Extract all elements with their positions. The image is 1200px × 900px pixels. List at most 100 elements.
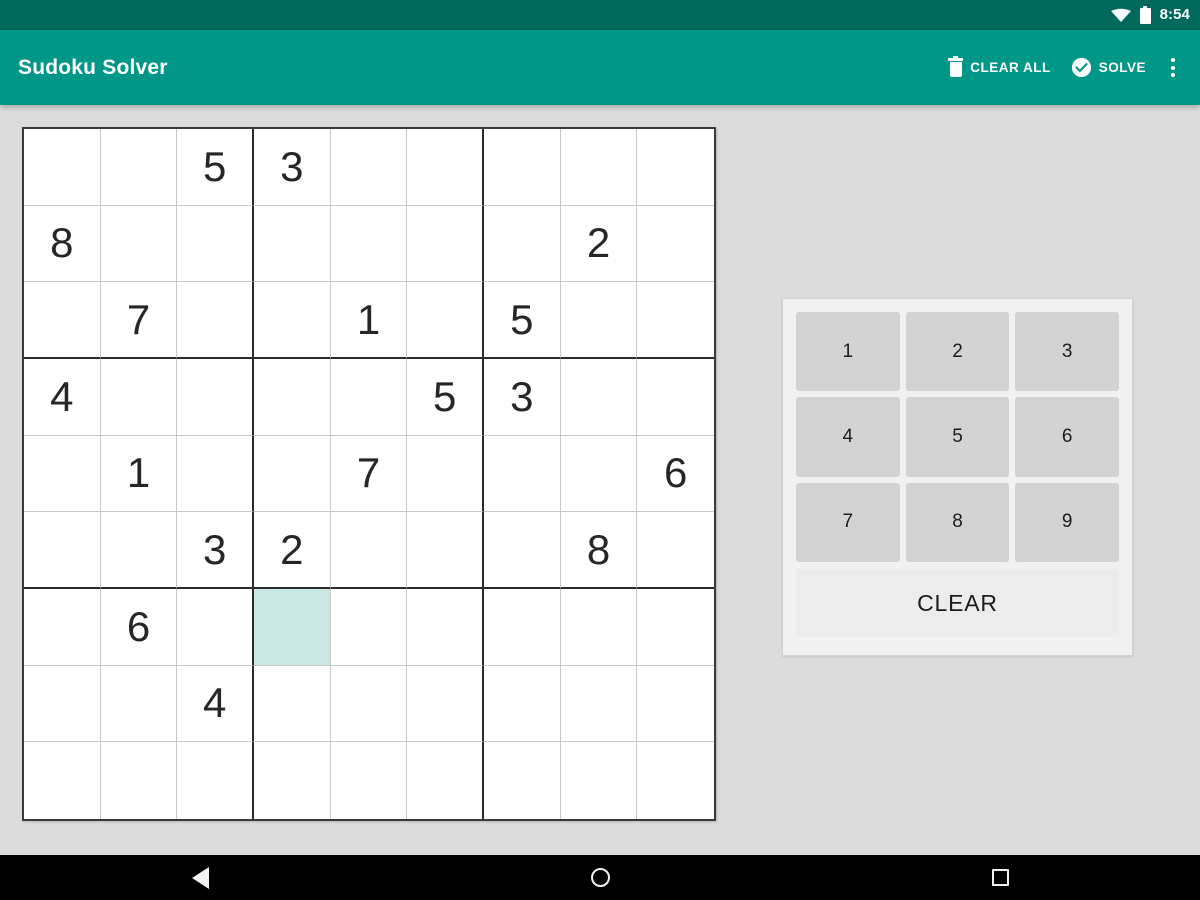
sudoku-cell-r5-c5[interactable]: 7 <box>330 435 408 513</box>
sudoku-cell-r8-c1[interactable] <box>24 665 101 743</box>
nav-home-button[interactable] <box>540 855 660 900</box>
sudoku-cell-r2-c8[interactable]: 2 <box>560 205 638 283</box>
clear-cell-button[interactable]: CLEAR <box>796 569 1119 637</box>
sudoku-cell-r3-c6[interactable] <box>407 282 484 359</box>
sudoku-cell-r3-c1[interactable] <box>24 282 101 359</box>
sudoku-cell-r4-c5[interactable] <box>330 358 408 436</box>
sudoku-cell-r4-c8[interactable] <box>560 358 638 436</box>
sudoku-cell-r3-c2[interactable]: 7 <box>100 282 178 359</box>
overflow-menu-icon[interactable] <box>1158 48 1188 88</box>
sudoku-cell-r5-c9[interactable]: 6 <box>637 435 714 513</box>
sudoku-cell-r9-c9[interactable] <box>637 742 714 819</box>
sudoku-cell-r7-c8[interactable] <box>560 588 638 666</box>
sudoku-cell-r5-c3[interactable] <box>177 435 254 513</box>
sudoku-cell-r1-c8[interactable] <box>560 129 638 206</box>
sudoku-cell-r7-c6[interactable] <box>407 588 484 666</box>
sudoku-cell-r4-c9[interactable] <box>637 358 714 436</box>
sudoku-cell-r8-c9[interactable] <box>637 665 714 743</box>
sudoku-cell-r9-c1[interactable] <box>24 742 101 819</box>
number-button-6[interactable]: 6 <box>1015 397 1119 477</box>
sudoku-cell-r2-c6[interactable] <box>407 205 484 283</box>
number-button-4[interactable]: 4 <box>796 397 900 477</box>
sudoku-cell-r2-c4[interactable] <box>253 205 331 283</box>
sudoku-cell-r9-c7[interactable] <box>483 742 561 819</box>
solve-button[interactable]: SOLVE <box>1061 49 1156 86</box>
sudoku-cell-r6-c1[interactable] <box>24 512 101 589</box>
sudoku-cell-r1-c4[interactable]: 3 <box>253 129 331 206</box>
sudoku-cell-r8-c6[interactable] <box>407 665 484 743</box>
sudoku-cell-r8-c5[interactable] <box>330 665 408 743</box>
clear-all-button[interactable]: CLEAR ALL <box>938 50 1061 85</box>
sudoku-cell-r8-c7[interactable] <box>483 665 561 743</box>
app-root: 8:54 Sudoku Solver CLEAR ALL SOLVE 5 3 8… <box>0 0 1200 900</box>
sudoku-cell-r9-c4[interactable] <box>253 742 331 819</box>
sudoku-cell-r5-c8[interactable] <box>560 435 638 513</box>
sudoku-cell-r9-c5[interactable] <box>330 742 408 819</box>
sudoku-cell-r7-c2[interactable]: 6 <box>100 588 178 666</box>
sudoku-cell-r2-c7[interactable] <box>483 205 561 283</box>
sudoku-cell-r5-c7[interactable] <box>483 435 561 513</box>
nav-recents-button[interactable] <box>940 855 1060 900</box>
sudoku-cell-r5-c2[interactable]: 1 <box>100 435 178 513</box>
sudoku-cell-r3-c3[interactable] <box>177 282 254 359</box>
sudoku-cell-r8-c4[interactable] <box>253 665 331 743</box>
sudoku-cell-r9-c6[interactable] <box>407 742 484 819</box>
sudoku-cell-r2-c2[interactable] <box>100 205 178 283</box>
sudoku-cell-r1-c2[interactable] <box>100 129 178 206</box>
sudoku-cell-r7-c4[interactable] <box>253 588 331 666</box>
sudoku-cell-r7-c9[interactable] <box>637 588 714 666</box>
app-bar-actions: CLEAR ALL SOLVE <box>938 48 1200 88</box>
sudoku-cell-r4-c6[interactable]: 5 <box>407 358 484 436</box>
number-button-1[interactable]: 1 <box>796 312 900 392</box>
sudoku-cell-r6-c2[interactable] <box>100 512 178 589</box>
sudoku-cell-r6-c9[interactable] <box>637 512 714 589</box>
sudoku-cell-r2-c5[interactable] <box>330 205 408 283</box>
sudoku-cell-r8-c8[interactable] <box>560 665 638 743</box>
sudoku-cell-r1-c3[interactable]: 5 <box>177 129 254 206</box>
sudoku-cell-r6-c6[interactable] <box>407 512 484 589</box>
sudoku-cell-r2-c3[interactable] <box>177 205 254 283</box>
number-button-7[interactable]: 7 <box>796 482 900 562</box>
home-circle-icon <box>590 868 610 887</box>
sudoku-cell-r5-c4[interactable] <box>253 435 331 513</box>
sudoku-cell-r6-c7[interactable] <box>483 512 561 589</box>
sudoku-cell-r4-c1[interactable]: 4 <box>24 358 101 436</box>
sudoku-cell-r3-c5[interactable]: 1 <box>330 282 408 359</box>
sudoku-cell-r2-c1[interactable]: 8 <box>24 205 101 283</box>
number-button-2[interactable]: 2 <box>905 312 1010 392</box>
sudoku-cell-r5-c6[interactable] <box>407 435 484 513</box>
sudoku-cell-r7-c5[interactable] <box>330 588 408 666</box>
sudoku-cell-r8-c2[interactable] <box>100 665 178 743</box>
sudoku-cell-r6-c4[interactable]: 2 <box>253 512 331 589</box>
sudoku-cell-r3-c7[interactable]: 5 <box>483 282 561 359</box>
sudoku-cell-r3-c4[interactable] <box>253 282 331 359</box>
number-button-3[interactable]: 3 <box>1015 312 1119 392</box>
number-button-8[interactable]: 8 <box>905 482 1010 562</box>
sudoku-cell-r6-c3[interactable]: 3 <box>177 512 254 589</box>
sudoku-cell-r6-c8[interactable]: 8 <box>560 512 638 589</box>
sudoku-cell-r8-c3[interactable]: 4 <box>177 665 254 743</box>
sudoku-cell-r9-c3[interactable] <box>177 742 254 819</box>
number-button-9[interactable]: 9 <box>1015 482 1119 562</box>
sudoku-cell-r1-c5[interactable] <box>330 129 408 206</box>
sudoku-cell-r1-c9[interactable] <box>637 129 714 206</box>
sudoku-cell-r3-c9[interactable] <box>637 282 714 359</box>
sudoku-cell-r1-c6[interactable] <box>407 129 484 206</box>
sudoku-cell-r6-c5[interactable] <box>330 512 408 589</box>
sudoku-cell-r4-c3[interactable] <box>177 358 254 436</box>
sudoku-cell-r1-c1[interactable] <box>24 129 101 206</box>
sudoku-cell-r4-c2[interactable] <box>100 358 178 436</box>
sudoku-cell-r2-c9[interactable] <box>637 205 714 283</box>
sudoku-cell-r1-c7[interactable] <box>483 129 561 206</box>
number-button-5[interactable]: 5 <box>905 397 1010 477</box>
sudoku-cell-r7-c7[interactable] <box>483 588 561 666</box>
sudoku-cell-r5-c1[interactable] <box>24 435 101 513</box>
sudoku-cell-r7-c3[interactable] <box>177 588 254 666</box>
nav-back-button[interactable] <box>140 855 260 900</box>
sudoku-cell-r4-c7[interactable]: 3 <box>483 358 561 436</box>
sudoku-cell-r3-c8[interactable] <box>560 282 638 359</box>
sudoku-cell-r9-c2[interactable] <box>100 742 178 819</box>
sudoku-cell-r9-c8[interactable] <box>560 742 638 819</box>
sudoku-cell-r4-c4[interactable] <box>253 358 331 436</box>
sudoku-cell-r7-c1[interactable] <box>24 588 101 666</box>
